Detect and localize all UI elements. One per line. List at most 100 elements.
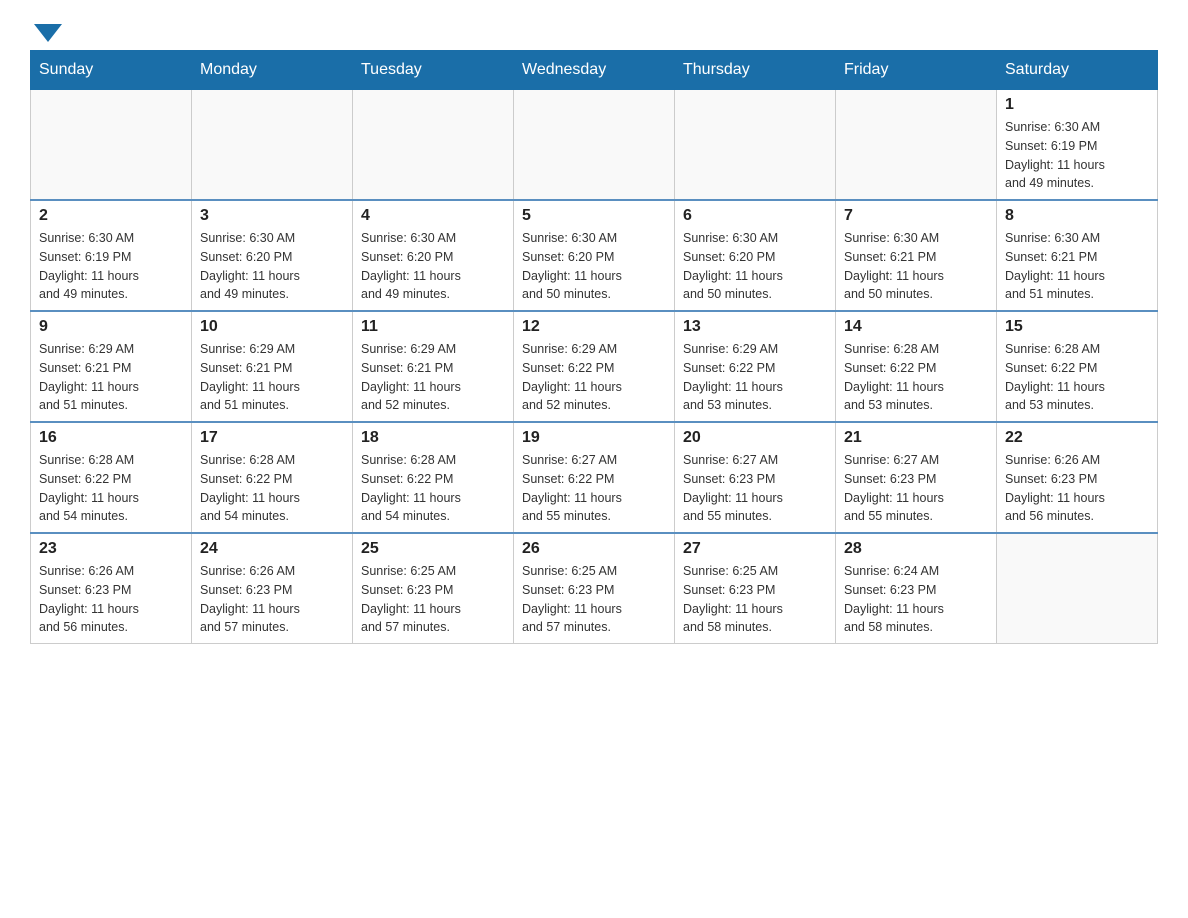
day-info: Sunrise: 6:25 AM Sunset: 6:23 PM Dayligh… — [522, 562, 666, 637]
calendar-cell: 26 Sunrise: 6:25 AM Sunset: 6:23 PM Dayli… — [514, 533, 675, 644]
day-info: Sunrise: 6:30 AM Sunset: 6:20 PM Dayligh… — [361, 229, 505, 304]
calendar-cell: 4 Sunrise: 6:30 AM Sunset: 6:20 PM Daylig… — [353, 200, 514, 311]
calendar-cell: 6 Sunrise: 6:30 AM Sunset: 6:20 PM Daylig… — [675, 200, 836, 311]
day-info: Sunrise: 6:29 AM Sunset: 6:21 PM Dayligh… — [361, 340, 505, 415]
calendar-cell: 10Sunrise: 6:29 AM Sunset: 6:21 PM Dayli… — [192, 311, 353, 422]
calendar-week-row: 23 Sunrise: 6:26 AM Sunset: 6:23 PM Dayli… — [31, 533, 1158, 644]
day-number: 25 — [361, 540, 505, 558]
calendar-cell: 17 Sunrise: 6:28 AM Sunset: 6:22 PM Dayli… — [192, 422, 353, 533]
calendar-cell — [31, 90, 192, 201]
day-number: 19 — [522, 429, 666, 447]
day-header-saturday: Saturday — [997, 51, 1158, 90]
day-number: 24 — [200, 540, 344, 558]
calendar-cell: 7Sunrise: 6:30 AM Sunset: 6:21 PM Daylig… — [836, 200, 997, 311]
day-info: Sunrise: 6:28 AM Sunset: 6:22 PM Dayligh… — [39, 451, 183, 526]
calendar-cell: 16 Sunrise: 6:28 AM Sunset: 6:22 PM Dayli… — [31, 422, 192, 533]
calendar-cell: 3 Sunrise: 6:30 AM Sunset: 6:20 PM Daylig… — [192, 200, 353, 311]
day-header-monday: Monday — [192, 51, 353, 90]
day-number: 13 — [683, 318, 827, 336]
day-info: Sunrise: 6:27 AM Sunset: 6:22 PM Dayligh… — [522, 451, 666, 526]
calendar-cell: 11 Sunrise: 6:29 AM Sunset: 6:21 PM Dayli… — [353, 311, 514, 422]
day-number: 17 — [200, 429, 344, 447]
day-number: 3 — [200, 207, 344, 225]
day-header-sunday: Sunday — [31, 51, 192, 90]
day-info: Sunrise: 6:29 AM Sunset: 6:22 PM Dayligh… — [522, 340, 666, 415]
day-info: Sunrise: 6:28 AM Sunset: 6:22 PM Dayligh… — [844, 340, 988, 415]
calendar-cell: 13 Sunrise: 6:29 AM Sunset: 6:22 PM Dayli… — [675, 311, 836, 422]
calendar-cell: 18Sunrise: 6:28 AM Sunset: 6:22 PM Dayli… — [353, 422, 514, 533]
logo — [30, 20, 62, 40]
logo-arrow-icon — [34, 24, 62, 42]
day-number: 12 — [522, 318, 666, 336]
day-header-wednesday: Wednesday — [514, 51, 675, 90]
day-number: 1 — [1005, 96, 1149, 114]
day-header-thursday: Thursday — [675, 51, 836, 90]
day-number: 20 — [683, 429, 827, 447]
day-number: 5 — [522, 207, 666, 225]
calendar-cell — [675, 90, 836, 201]
day-number: 2 — [39, 207, 183, 225]
day-number: 9 — [39, 318, 183, 336]
calendar-cell: 24 Sunrise: 6:26 AM Sunset: 6:23 PM Dayli… — [192, 533, 353, 644]
calendar-header-row: SundayMondayTuesdayWednesdayThursdayFrid… — [31, 51, 1158, 90]
day-header-tuesday: Tuesday — [353, 51, 514, 90]
day-info: Sunrise: 6:27 AM Sunset: 6:23 PM Dayligh… — [683, 451, 827, 526]
calendar-cell — [192, 90, 353, 201]
day-number: 28 — [844, 540, 988, 558]
calendar-cell: 19 Sunrise: 6:27 AM Sunset: 6:22 PM Dayli… — [514, 422, 675, 533]
page-header — [30, 20, 1158, 40]
day-number: 6 — [683, 207, 827, 225]
calendar-week-row: 16 Sunrise: 6:28 AM Sunset: 6:22 PM Dayli… — [31, 422, 1158, 533]
day-info: Sunrise: 6:28 AM Sunset: 6:22 PM Dayligh… — [200, 451, 344, 526]
calendar-cell: 20 Sunrise: 6:27 AM Sunset: 6:23 PM Dayli… — [675, 422, 836, 533]
day-header-friday: Friday — [836, 51, 997, 90]
day-info: Sunrise: 6:24 AM Sunset: 6:23 PM Dayligh… — [844, 562, 988, 637]
day-info: Sunrise: 6:26 AM Sunset: 6:23 PM Dayligh… — [39, 562, 183, 637]
day-info: Sunrise: 6:30 AM Sunset: 6:20 PM Dayligh… — [200, 229, 344, 304]
calendar-cell: 15 Sunrise: 6:28 AM Sunset: 6:22 PM Dayli… — [997, 311, 1158, 422]
day-number: 22 — [1005, 429, 1149, 447]
day-number: 11 — [361, 318, 505, 336]
calendar-cell: 5 Sunrise: 6:30 AM Sunset: 6:20 PM Daylig… — [514, 200, 675, 311]
calendar-cell: 27Sunrise: 6:25 AM Sunset: 6:23 PM Dayli… — [675, 533, 836, 644]
calendar-table: SundayMondayTuesdayWednesdayThursdayFrid… — [30, 50, 1158, 644]
day-info: Sunrise: 6:28 AM Sunset: 6:22 PM Dayligh… — [1005, 340, 1149, 415]
day-number: 26 — [522, 540, 666, 558]
calendar-cell: 1 Sunrise: 6:30 AM Sunset: 6:19 PM Daylig… — [997, 90, 1158, 201]
calendar-week-row: 2 Sunrise: 6:30 AM Sunset: 6:19 PM Daylig… — [31, 200, 1158, 311]
day-info: Sunrise: 6:29 AM Sunset: 6:21 PM Dayligh… — [39, 340, 183, 415]
calendar-cell: 9 Sunrise: 6:29 AM Sunset: 6:21 PM Daylig… — [31, 311, 192, 422]
day-info: Sunrise: 6:30 AM Sunset: 6:19 PM Dayligh… — [39, 229, 183, 304]
calendar-cell — [514, 90, 675, 201]
day-info: Sunrise: 6:26 AM Sunset: 6:23 PM Dayligh… — [200, 562, 344, 637]
day-info: Sunrise: 6:30 AM Sunset: 6:20 PM Dayligh… — [522, 229, 666, 304]
calendar-week-row: 9 Sunrise: 6:29 AM Sunset: 6:21 PM Daylig… — [31, 311, 1158, 422]
day-number: 14 — [844, 318, 988, 336]
day-info: Sunrise: 6:30 AM Sunset: 6:21 PM Dayligh… — [844, 229, 988, 304]
day-number: 21 — [844, 429, 988, 447]
day-number: 18 — [361, 429, 505, 447]
calendar-cell: 28 Sunrise: 6:24 AM Sunset: 6:23 PM Dayli… — [836, 533, 997, 644]
day-number: 15 — [1005, 318, 1149, 336]
calendar-cell: 21Sunrise: 6:27 AM Sunset: 6:23 PM Dayli… — [836, 422, 997, 533]
calendar-cell — [997, 533, 1158, 644]
day-info: Sunrise: 6:30 AM Sunset: 6:21 PM Dayligh… — [1005, 229, 1149, 304]
calendar-cell: 25 Sunrise: 6:25 AM Sunset: 6:23 PM Dayli… — [353, 533, 514, 644]
calendar-cell: 23 Sunrise: 6:26 AM Sunset: 6:23 PM Dayli… — [31, 533, 192, 644]
calendar-cell: 22 Sunrise: 6:26 AM Sunset: 6:23 PM Dayli… — [997, 422, 1158, 533]
day-number: 10 — [200, 318, 344, 336]
calendar-cell: 8 Sunrise: 6:30 AM Sunset: 6:21 PM Daylig… — [997, 200, 1158, 311]
day-number: 27 — [683, 540, 827, 558]
day-number: 4 — [361, 207, 505, 225]
day-info: Sunrise: 6:30 AM Sunset: 6:19 PM Dayligh… — [1005, 118, 1149, 193]
day-number: 8 — [1005, 207, 1149, 225]
day-info: Sunrise: 6:30 AM Sunset: 6:20 PM Dayligh… — [683, 229, 827, 304]
day-number: 16 — [39, 429, 183, 447]
day-info: Sunrise: 6:29 AM Sunset: 6:22 PM Dayligh… — [683, 340, 827, 415]
calendar-cell: 14 Sunrise: 6:28 AM Sunset: 6:22 PM Dayli… — [836, 311, 997, 422]
calendar-cell — [836, 90, 997, 201]
calendar-cell: 12 Sunrise: 6:29 AM Sunset: 6:22 PM Dayli… — [514, 311, 675, 422]
day-info: Sunrise: 6:26 AM Sunset: 6:23 PM Dayligh… — [1005, 451, 1149, 526]
day-number: 23 — [39, 540, 183, 558]
day-info: Sunrise: 6:25 AM Sunset: 6:23 PM Dayligh… — [361, 562, 505, 637]
